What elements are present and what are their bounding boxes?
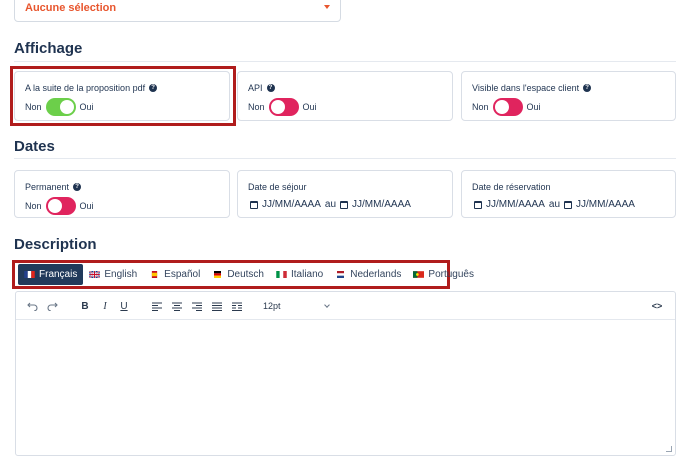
underline-button[interactable]: U <box>117 298 131 314</box>
tab-lang-es[interactable]: Español <box>143 264 206 285</box>
flag-es-icon <box>152 271 158 278</box>
align-justify-icon[interactable] <box>210 298 224 314</box>
divider <box>14 61 676 62</box>
card-label: Date de réservation <box>472 182 551 192</box>
tab-lang-it[interactable]: Italiano <box>270 264 329 285</box>
status-select[interactable]: Aucune sélection <box>14 0 341 22</box>
help-icon[interactable]: ? <box>266 84 275 92</box>
booking-date-from-input[interactable]: JJ/MM/AAAA <box>486 199 545 210</box>
card-label: Permanent <box>25 182 70 192</box>
card-api: API ? Non Oui <box>237 71 453 121</box>
status-select-value: Aucune sélection <box>25 2 117 14</box>
description-editor: B I U 12pt <> <box>15 291 676 456</box>
api-toggle[interactable] <box>268 98 299 116</box>
section-title-affichage: Affichage <box>14 40 83 57</box>
chevron-down-icon <box>324 5 330 9</box>
calendar-icon <box>474 200 482 209</box>
card-stay-dates: Date de séjour JJ/MM/AAAA au JJ/MM/AAAA <box>237 170 453 218</box>
editor-content-area[interactable] <box>16 320 675 455</box>
stay-date-to-input[interactable]: JJ/MM/AAAA <box>352 199 411 210</box>
card-label: Date de séjour <box>248 182 307 192</box>
calendar-icon <box>564 200 573 209</box>
help-icon[interactable]: ? <box>583 84 592 92</box>
date-separator: au <box>548 199 561 210</box>
flag-it-icon <box>276 271 287 278</box>
bold-button[interactable]: B <box>78 298 92 314</box>
flag-de-icon <box>214 271 222 278</box>
card-label: Visible dans l'espace client <box>472 83 580 93</box>
card-permanent: Permanent ? Non Oui <box>14 170 230 218</box>
font-size-value: 12pt <box>263 301 281 311</box>
toggle-on-label: Oui <box>302 102 317 112</box>
editor-toolbar: B I U 12pt <> <box>16 292 675 320</box>
card-booking-dates: Date de réservation JJ/MM/AAAA au JJ/MM/… <box>461 170 676 218</box>
tab-lang-de[interactable]: Deutsch <box>206 264 270 285</box>
font-size-select[interactable]: 12pt <box>261 297 333 315</box>
undo-icon[interactable] <box>24 298 40 314</box>
highlight-frame <box>10 66 236 126</box>
toggle-off-label: Non <box>25 201 42 211</box>
resize-handle-icon[interactable] <box>666 446 672 452</box>
flag-nl-icon <box>337 271 345 278</box>
divider <box>14 158 676 159</box>
align-center-icon[interactable] <box>170 298 184 314</box>
toggle-on-label: Oui <box>79 201 94 211</box>
format-list-icon[interactable] <box>230 298 244 314</box>
booking-date-to-input[interactable]: JJ/MM/AAAA <box>576 199 635 210</box>
align-left-icon[interactable] <box>150 298 164 314</box>
tab-lang-en[interactable]: English <box>83 264 143 285</box>
tab-lang-nl[interactable]: Nederlands <box>329 264 407 285</box>
code-view-button[interactable]: <> <box>647 298 667 314</box>
toggle-on-label: Oui <box>526 102 541 112</box>
align-right-icon[interactable] <box>190 298 204 314</box>
calendar-icon <box>340 200 349 209</box>
chevron-down-icon <box>324 302 330 308</box>
card-label: API <box>248 83 263 93</box>
card-client-space: Visible dans l'espace client ? Non Oui <box>461 71 676 121</box>
italic-button[interactable]: I <box>98 298 112 314</box>
date-separator: au <box>324 199 337 210</box>
help-icon[interactable]: ? <box>73 183 82 191</box>
redo-icon[interactable] <box>44 298 60 314</box>
toggle-off-label: Non <box>472 102 489 112</box>
client-space-toggle[interactable] <box>492 98 523 116</box>
toggle-off-label: Non <box>248 102 265 112</box>
tab-lang-pt[interactable]: Português <box>407 264 480 285</box>
section-title-description: Description <box>14 236 97 253</box>
stay-date-from-input[interactable]: JJ/MM/AAAA <box>262 199 321 210</box>
language-tabs: Français English Español Deutsch Italian… <box>12 260 474 289</box>
flag-gb-icon <box>89 271 101 278</box>
permanent-toggle[interactable] <box>45 197 76 215</box>
flag-fr-icon <box>24 271 35 278</box>
calendar-icon <box>250 200 258 209</box>
section-title-dates: Dates <box>14 138 55 155</box>
tab-lang-fr[interactable]: Français <box>18 264 84 285</box>
flag-pt-icon <box>413 271 425 278</box>
